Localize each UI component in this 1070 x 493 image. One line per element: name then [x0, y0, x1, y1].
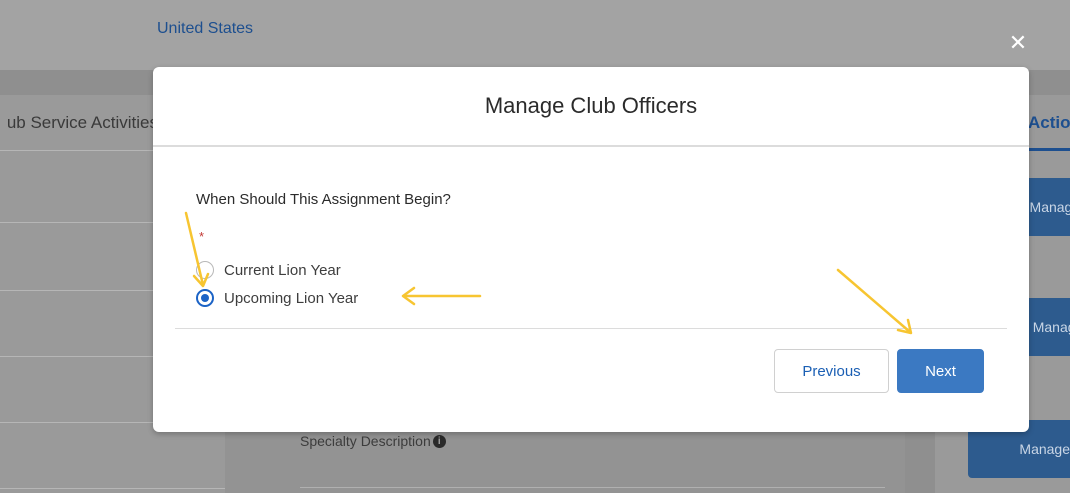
specialty-description-label: Specialty Description i: [300, 433, 446, 449]
right-panel-tab-underline: [1028, 148, 1070, 151]
modal-title: Manage Club Officers: [484, 93, 698, 118]
radio-upcoming-lion-year[interactable]: [196, 289, 214, 307]
modal-footer-divider: [175, 328, 1007, 329]
required-marker: *: [199, 229, 205, 244]
specialty-label-text: Specialty Description: [300, 433, 431, 449]
close-icon[interactable]: ✕: [1006, 31, 1030, 55]
specialty-field-line: [300, 487, 885, 488]
assignment-begin-question: When Should This Assignment Begin?: [196, 191, 451, 208]
modal-header: Manage Club Officers: [153, 67, 1029, 147]
country-link[interactable]: United States: [157, 20, 253, 38]
radio-option-current-lion-year[interactable]: Current Lion Year: [196, 261, 341, 279]
radio-current-lion-year[interactable]: [196, 261, 214, 279]
radio-label-upcoming-lion-year[interactable]: Upcoming Lion Year: [224, 290, 358, 307]
info-icon[interactable]: i: [432, 434, 446, 448]
left-panel-divider: [0, 488, 225, 489]
radio-label-current-lion-year[interactable]: Current Lion Year: [224, 262, 341, 279]
previous-button[interactable]: Previous: [774, 349, 889, 393]
right-panel-title: Actions: [1028, 113, 1070, 132]
manage-club-officers-modal: Manage Club Officers When Should This As…: [153, 67, 1029, 432]
next-button[interactable]: Next: [897, 349, 984, 393]
radio-option-upcoming-lion-year[interactable]: Upcoming Lion Year: [196, 289, 358, 307]
left-panel-title: Club Service Activities: [8, 113, 158, 132]
